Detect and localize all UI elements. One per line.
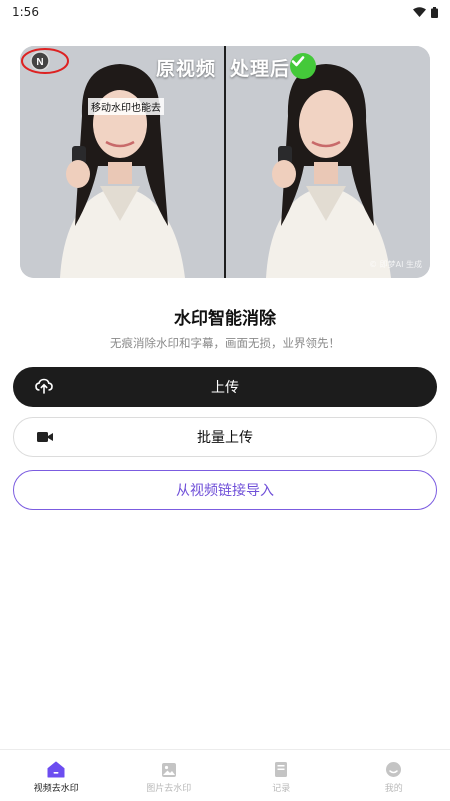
status-icons xyxy=(413,7,438,18)
corner-watermark: © 即梦AI 生成 xyxy=(369,259,422,270)
original-label: 原视频 xyxy=(156,54,216,81)
status-bar: 1:56 xyxy=(0,0,450,24)
page-title: 水印智能消除 xyxy=(0,304,450,329)
original-video-frame: N 移动水印也能去 原视频 xyxy=(20,46,224,278)
before-after-preview: N 移动水印也能去 原视频 处理后 © 即梦AI 生成 xyxy=(20,46,430,278)
tab-records[interactable]: 记录 xyxy=(225,750,338,801)
watermark-caption: 移动水印也能去 xyxy=(88,98,164,115)
battery-icon xyxy=(431,7,438,18)
wifi-icon xyxy=(413,7,426,17)
processed-video-frame: 处理后 © 即梦AI 生成 xyxy=(226,46,430,278)
image-icon xyxy=(161,762,177,778)
svg-text:N: N xyxy=(36,57,43,68)
batch-upload-button[interactable]: 批量上传 xyxy=(13,417,437,457)
upload-button-label: 上传 xyxy=(211,377,239,397)
tab-label: 视频去水印 xyxy=(34,781,79,794)
profile-icon xyxy=(385,761,402,778)
tab-profile[interactable]: 我的 xyxy=(338,750,450,801)
processed-label: 处理后 xyxy=(230,54,290,81)
tab-image-watermark[interactable]: 图片去水印 xyxy=(113,750,226,801)
watermark-logo-icon: N xyxy=(20,46,70,76)
upload-button[interactable]: 上传 xyxy=(13,367,437,407)
status-time: 1:56 xyxy=(12,5,39,19)
tab-label: 我的 xyxy=(385,781,403,794)
video-camera-icon xyxy=(36,429,54,445)
home-icon xyxy=(47,761,65,778)
record-icon xyxy=(274,761,288,778)
import-link-button[interactable]: 从视频链接导入 xyxy=(13,470,437,510)
bottom-tab-bar: 视频去水印 图片去水印 记录 我的 xyxy=(0,749,450,801)
tab-label: 记录 xyxy=(272,781,290,794)
check-icon xyxy=(290,53,316,79)
tab-video-watermark[interactable]: 视频去水印 xyxy=(0,750,113,801)
batch-upload-button-label: 批量上传 xyxy=(197,427,253,447)
tab-label: 图片去水印 xyxy=(146,781,191,794)
import-link-button-label: 从视频链接导入 xyxy=(176,480,274,500)
page-subtitle: 无痕消除水印和字幕，画面无损，业界领先！ xyxy=(0,335,450,351)
cloud-upload-icon xyxy=(35,378,53,394)
